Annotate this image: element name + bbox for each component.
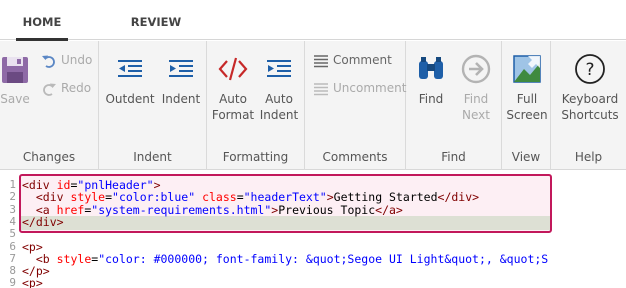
binoculars-icon bbox=[419, 57, 443, 79]
ribbon-toolbar: Save Undo Redo Changes Outdent Indent In… bbox=[0, 41, 626, 170]
group-view-label: View bbox=[511, 150, 541, 164]
line-number: 6 bbox=[9, 239, 16, 253]
code-text: </p> bbox=[22, 264, 50, 279]
group-help-label: Help bbox=[574, 150, 603, 164]
code-text: <a href="system-requirements.html">Previ… bbox=[22, 202, 403, 217]
full-screen-label-1: Full bbox=[516, 92, 538, 106]
code-line[interactable]: 4 </div> bbox=[0, 214, 626, 229]
keyboard-shortcuts-label-2: Shortcuts bbox=[561, 108, 619, 122]
indent-label: Indent bbox=[161, 92, 201, 106]
code-line[interactable]: 1 <div id="pnlHeader"> bbox=[0, 178, 626, 192]
code-tags-icon bbox=[218, 57, 248, 81]
undo-icon bbox=[42, 55, 55, 68]
line-number: 3 bbox=[9, 202, 16, 216]
find-next-button[interactable]: Find Next bbox=[456, 51, 496, 123]
find-button[interactable]: Find bbox=[412, 51, 450, 107]
full-screen-icon bbox=[513, 55, 541, 83]
uncomment-button[interactable]: Uncomment bbox=[313, 79, 406, 97]
full-screen-button[interactable]: Full Screen bbox=[506, 51, 548, 123]
group-find-label: Find bbox=[441, 150, 466, 164]
line-number: 4 bbox=[9, 214, 16, 228]
auto-indent-icon bbox=[267, 60, 291, 77]
line-number: 9 bbox=[9, 276, 16, 288]
undo-label: Undo bbox=[61, 53, 93, 67]
tab-home[interactable]: HOME bbox=[16, 0, 68, 41]
indent-button[interactable]: Indent bbox=[159, 51, 203, 107]
line-number: 1 bbox=[9, 178, 16, 191]
line-number: 2 bbox=[9, 190, 16, 204]
comment-button[interactable]: Comment bbox=[313, 51, 392, 69]
indent-icon bbox=[169, 60, 193, 77]
uncomment-label: Uncomment bbox=[333, 81, 407, 95]
auto-format-label-2: Format bbox=[211, 108, 255, 122]
line-number: 5 bbox=[9, 227, 16, 241]
code-text: <p> bbox=[22, 239, 43, 254]
outdent-button[interactable]: Outdent bbox=[105, 51, 155, 107]
save-button[interactable]: Save bbox=[0, 51, 30, 107]
group-formatting: Auto Format Auto Indent Formatting bbox=[207, 41, 305, 170]
code-text: <p> bbox=[22, 276, 43, 288]
code-line[interactable]: 6 <p> bbox=[0, 239, 626, 254]
auto-format-button[interactable]: Auto Format bbox=[211, 51, 255, 123]
code-text: <div style="color:blue" class="headerTex… bbox=[22, 190, 480, 205]
code-text: <div id="pnlHeader"> bbox=[22, 178, 161, 192]
auto-indent-button[interactable]: Auto Indent bbox=[257, 51, 301, 123]
keyboard-shortcuts-label-1: Keyboard bbox=[561, 92, 619, 106]
code-editor[interactable]: 1 <div id="pnlHeader"> 2 <div style="color… bbox=[0, 171, 626, 288]
find-next-label-1: Find bbox=[463, 92, 489, 106]
group-indent: Outdent Indent Indent bbox=[99, 41, 207, 170]
tab-review[interactable]: REVIEW bbox=[128, 0, 184, 40]
group-find: Find Find Next Find bbox=[406, 41, 502, 170]
group-indent-label: Indent bbox=[133, 150, 172, 164]
group-comments-label: Comments bbox=[322, 150, 388, 164]
full-screen-label-2: Screen bbox=[506, 108, 548, 122]
redo-icon bbox=[43, 83, 56, 96]
save-label: Save bbox=[0, 92, 30, 106]
group-formatting-label: Formatting bbox=[222, 150, 289, 164]
group-help: ? Keyboard Shortcuts Help bbox=[551, 41, 626, 170]
find-label: Find bbox=[418, 92, 444, 106]
ribbon-tab-bar: HOME REVIEW bbox=[0, 0, 626, 41]
code-line[interactable]: 5 bbox=[0, 228, 626, 240]
code-text: </div> bbox=[22, 214, 64, 229]
line-number: 7 bbox=[9, 251, 16, 265]
group-changes-label: Changes bbox=[22, 150, 76, 164]
group-comments: Comment Uncomment Comments bbox=[305, 41, 406, 170]
line-number: 8 bbox=[9, 264, 16, 278]
question-mark-icon: ? bbox=[575, 54, 605, 84]
redo-button[interactable]: Redo bbox=[41, 79, 91, 97]
undo-button[interactable]: Undo bbox=[41, 51, 92, 69]
svg-text:?: ? bbox=[585, 60, 594, 80]
code-line[interactable]: 2 <div style="color:blue" class="headerT… bbox=[0, 190, 626, 205]
code-text: <b style="color: #000000; font-family: &… bbox=[22, 251, 549, 266]
find-next-label-2: Next bbox=[462, 108, 490, 122]
code-line[interactable]: 8 </p> bbox=[0, 264, 626, 279]
redo-label: Redo bbox=[61, 81, 92, 95]
auto-indent-label-2: Indent bbox=[259, 108, 299, 122]
arrow-right-circle-icon bbox=[461, 54, 491, 84]
outdent-label: Outdent bbox=[105, 92, 155, 106]
code-line[interactable]: 9 <p> bbox=[0, 277, 626, 288]
comment-label: Comment bbox=[333, 53, 392, 67]
comment-icon bbox=[314, 54, 328, 67]
uncomment-icon bbox=[314, 82, 328, 95]
save-icon bbox=[2, 57, 28, 83]
group-view: Full Screen View bbox=[502, 41, 551, 170]
code-line[interactable]: 7 <b style="color: #000000; font-family:… bbox=[0, 251, 626, 266]
group-changes: Save Undo Redo Changes bbox=[0, 41, 99, 170]
keyboard-shortcuts-button[interactable]: ? Keyboard Shortcuts bbox=[555, 51, 625, 123]
code-line[interactable]: 3 <a href="system-requirements.html">Pre… bbox=[0, 202, 626, 217]
outdent-icon bbox=[118, 60, 142, 77]
auto-format-label-1: Auto bbox=[219, 92, 247, 106]
auto-indent-label-1: Auto bbox=[265, 92, 293, 106]
